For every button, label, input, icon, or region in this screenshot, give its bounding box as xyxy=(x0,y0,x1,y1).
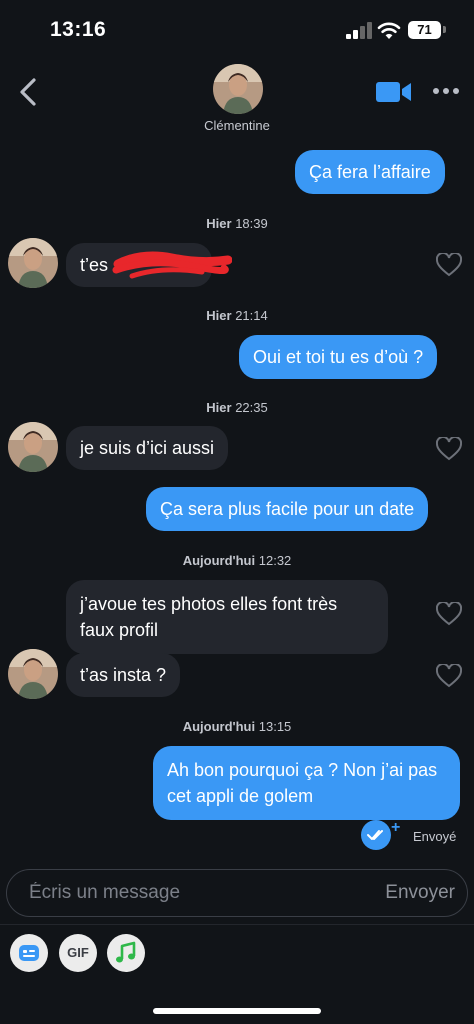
gif-icon: GIF xyxy=(67,945,89,960)
like-heart-icon[interactable] xyxy=(436,664,462,688)
like-heart-icon[interactable] xyxy=(436,437,462,461)
video-call-icon[interactable] xyxy=(376,80,412,104)
timestamp: Aujourd'hui 12:32 xyxy=(0,553,474,568)
timestamp: Hier 21:14 xyxy=(0,308,474,323)
timestamp-time: 22:35 xyxy=(235,400,268,415)
message-outgoing[interactable]: Ça fera l’affaire xyxy=(295,150,445,194)
wifi-icon xyxy=(377,22,401,39)
back-chevron-icon[interactable] xyxy=(16,76,40,108)
status-bar: 13:16 71 xyxy=(0,0,474,60)
delivered-check-icon xyxy=(361,820,391,850)
status-time: 13:16 xyxy=(50,18,107,41)
timestamp-time: 13:15 xyxy=(258,719,292,734)
divider xyxy=(0,924,474,925)
delivery-status: Envoyé xyxy=(413,829,457,844)
timestamp: Hier 22:35 xyxy=(0,400,474,415)
timestamp-day: Hier xyxy=(206,216,232,231)
timestamp-day: Hier xyxy=(206,400,232,415)
timestamp-day: Hier xyxy=(206,308,232,323)
gif-button[interactable]: GIF xyxy=(59,934,97,972)
like-heart-icon[interactable] xyxy=(436,253,462,277)
timestamp-day: Aujourd'hui xyxy=(182,553,256,568)
message-incoming[interactable]: t’as insta ? xyxy=(66,653,181,697)
message-incoming[interactable]: je suis d’ici aussi xyxy=(66,426,229,470)
redaction-scribble xyxy=(112,251,232,279)
message-input[interactable] xyxy=(29,870,359,916)
plus-icon: + xyxy=(391,819,401,836)
sticker-button[interactable] xyxy=(10,934,48,972)
music-button[interactable] xyxy=(107,934,145,972)
sticker-icon xyxy=(19,945,39,961)
timestamp-time: 21:14 xyxy=(235,308,268,323)
timestamp-time: 18:39 xyxy=(235,216,268,231)
message-outgoing[interactable]: Ah bon pourquoi ça ? Non j’ai pas cet ap… xyxy=(153,746,460,820)
timestamp-day: Aujourd'hui xyxy=(182,719,256,734)
message-outgoing[interactable]: Oui et toi tu es d’où ? xyxy=(239,335,438,379)
battery-tip xyxy=(443,26,446,33)
message-outgoing[interactable]: Ça sera plus facile pour un date xyxy=(146,487,429,531)
music-note-icon xyxy=(116,941,136,963)
send-button[interactable]: Envoyer xyxy=(385,882,455,904)
message-composer: Envoyer xyxy=(6,869,468,917)
contact-avatar[interactable] xyxy=(213,64,263,114)
more-options-icon[interactable] xyxy=(433,86,461,96)
home-indicator[interactable] xyxy=(153,1008,321,1014)
timestamp-time: 12:32 xyxy=(258,553,292,568)
cellular-signal-icon xyxy=(346,22,372,39)
timestamp: Aujourd'hui 13:15 xyxy=(0,719,474,734)
contact-avatar-small[interactable] xyxy=(8,238,58,288)
contact-avatar-small[interactable] xyxy=(8,649,58,699)
contact-avatar-small[interactable] xyxy=(8,422,58,472)
contact-name[interactable]: Clémentine xyxy=(0,118,474,133)
timestamp: Hier 18:39 xyxy=(0,216,474,231)
message-incoming[interactable]: j’avoue tes photos elles font très faux … xyxy=(66,580,388,654)
like-heart-icon[interactable] xyxy=(436,602,462,626)
battery-indicator: 71 xyxy=(408,21,441,39)
message-text: t’es xyxy=(80,255,109,275)
